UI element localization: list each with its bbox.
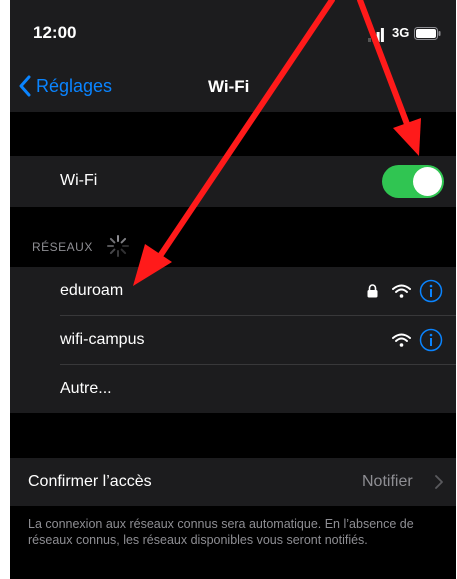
- networks-section-header: RÉSEAUX: [32, 240, 93, 254]
- lock-icon: [367, 284, 378, 298]
- wifi-row: Wi-Fi: [10, 156, 456, 207]
- confirm-access-value: Notifier: [362, 473, 413, 490]
- signal-icon: [368, 28, 384, 42]
- wifi-label: Wi-Fi: [60, 172, 98, 189]
- network-row-other[interactable]: Autre...: [10, 365, 456, 413]
- battery-icon: [414, 27, 441, 40]
- phone-screen: 12:00 3G Réglages Wi-Fi Wi-Fi RÉSEAUX ed…: [10, 0, 456, 579]
- network-name: wifi-campus: [60, 331, 145, 348]
- info-icon[interactable]: [419, 279, 443, 303]
- back-label: Réglages: [36, 75, 113, 96]
- chevron-right-icon: [435, 475, 443, 489]
- chevron-left-icon: [19, 75, 31, 97]
- back-button[interactable]: Réglages: [18, 72, 112, 100]
- loading-spinner-icon: [107, 235, 129, 257]
- wifi-signal-icon: [392, 284, 411, 298]
- confirm-access-label: Confirmer l’accès: [28, 473, 152, 490]
- footer-note: La connexion aux réseaux connus sera aut…: [28, 517, 414, 547]
- network-name: eduroam: [60, 282, 124, 299]
- network-row-wifi-campus[interactable]: wifi-campus: [10, 316, 456, 364]
- network-type-label: 3G: [392, 25, 410, 40]
- wifi-signal-icon: [392, 333, 411, 347]
- networks-list: eduroam wifi-campus Autre...: [10, 267, 456, 413]
- confirm-access-row[interactable]: Confirmer l’accès Notifier: [10, 458, 456, 506]
- status-time: 12:00: [33, 23, 77, 42]
- info-icon[interactable]: [419, 328, 443, 352]
- navigation-bar: Réglages Wi-Fi: [10, 60, 456, 112]
- toggle-knob: [413, 167, 442, 196]
- status-bar: 12:00 3G: [10, 0, 456, 60]
- network-row-eduroam[interactable]: eduroam: [10, 267, 456, 315]
- page-title: Wi-Fi: [208, 77, 250, 96]
- other-network-label: Autre...: [60, 380, 112, 397]
- wifi-toggle[interactable]: [382, 165, 444, 198]
